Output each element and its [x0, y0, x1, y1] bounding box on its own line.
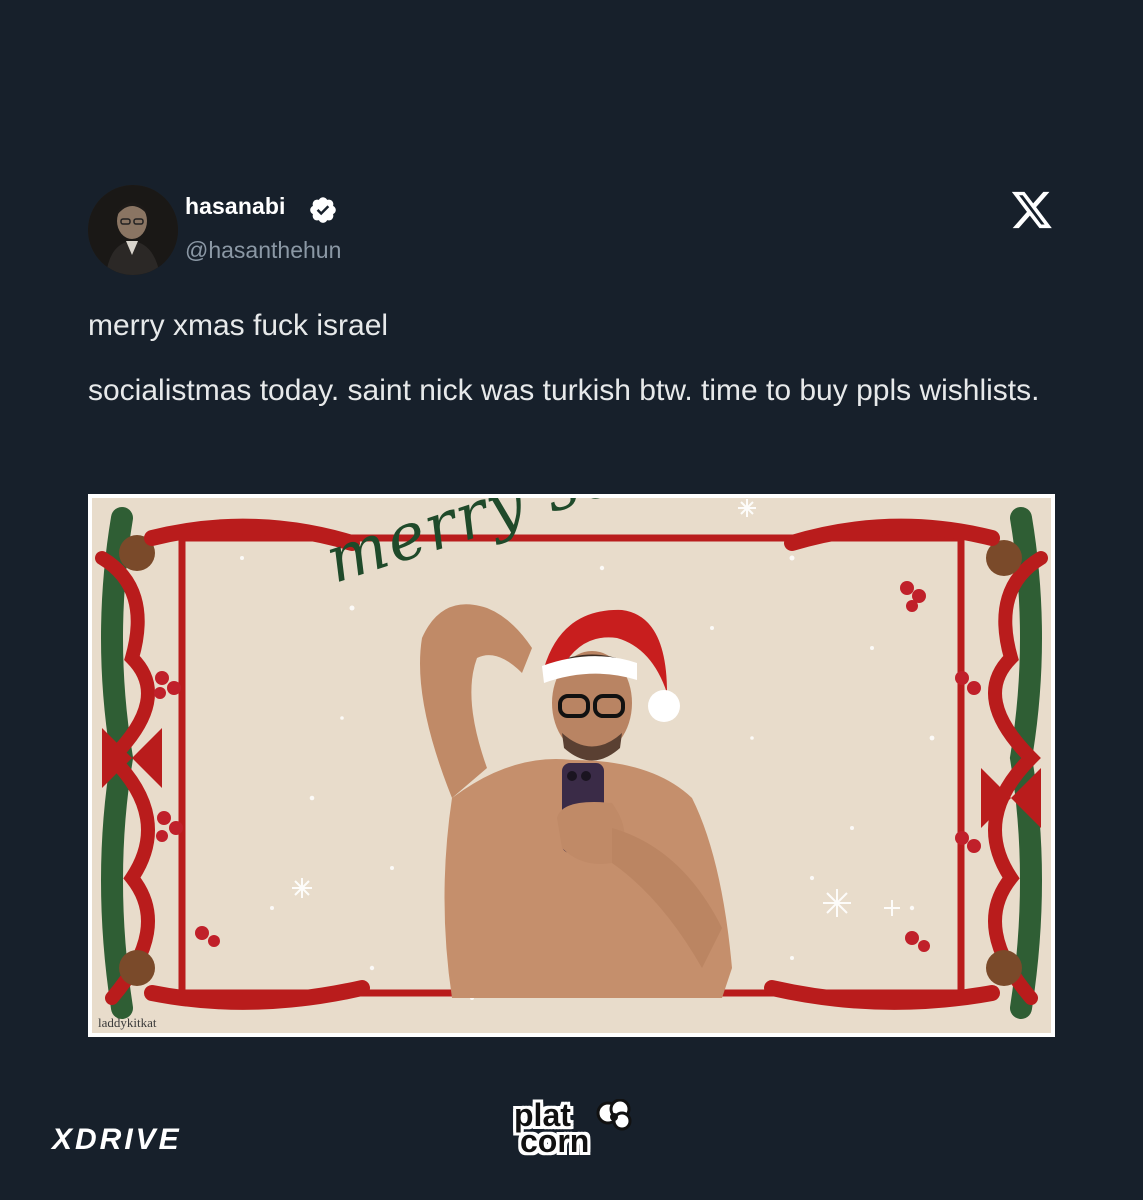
x-logo-icon[interactable]	[1010, 190, 1054, 230]
display-name[interactable]: hasanabi	[185, 193, 286, 220]
platcorn-logo: plat corn	[510, 1093, 640, 1163]
xdrive-wordmark: XDRIVE	[52, 1123, 182, 1156]
artist-watermark: laddykitkat	[98, 1015, 157, 1030]
verified-badge-icon	[310, 197, 336, 223]
post-screenshot: hasanabi @hasanthehun merry xmas fuck is…	[0, 0, 1143, 1200]
tweet-media-image[interactable]: merry socialistmas laddykitkat	[88, 494, 1055, 1037]
christmas-card: merry socialistmas laddykitkat	[92, 498, 1051, 1033]
user-handle[interactable]: @hasanthehun	[185, 237, 341, 264]
avatar-photo	[88, 185, 178, 275]
tweet-text-line-2: socialistmas today. saint nick was turki…	[88, 374, 1040, 407]
avatar[interactable]	[88, 185, 178, 275]
tweet-text-line-1: merry xmas fuck israel	[88, 309, 389, 342]
xdrive-logo: XDRIVE	[52, 1122, 182, 1158]
christmas-card-illustration	[95, 499, 1048, 1019]
popcorn-icon	[596, 1099, 632, 1131]
platcorn-wordmark-bottom: corn	[520, 1123, 590, 1159]
